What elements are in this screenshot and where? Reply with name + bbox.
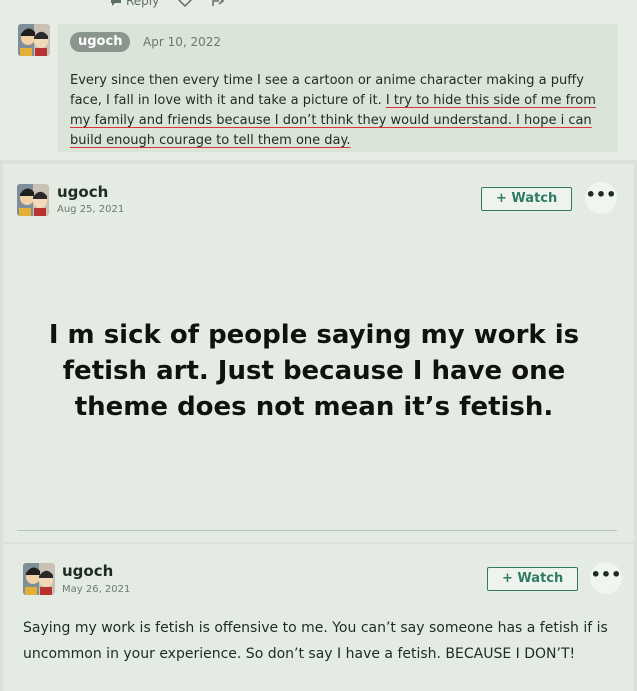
status-post: ugoch Aug 25, 2021 + Watch ••• I m sick … [3, 164, 634, 542]
status-post: ugoch May 26, 2021 + Watch ••• Saying my… [3, 544, 634, 691]
comment: ugoch Apr 10, 2022 Every since then ever… [0, 12, 637, 160]
share-icon[interactable] [211, 0, 225, 7]
reply-actions-strip: Reply [0, 0, 637, 12]
post-headline: I m sick of people saying my work is fet… [48, 320, 580, 422]
post-date: Aug 25, 2021 [57, 204, 125, 215]
speech-bubble-icon [111, 0, 121, 6]
username[interactable]: ugoch [57, 183, 108, 201]
avatar[interactable] [18, 24, 50, 56]
watch-button[interactable]: + Watch [487, 567, 579, 591]
divider [17, 530, 617, 531]
post-text: Saying my work is fetish is offensive to… [23, 620, 608, 662]
reply-button[interactable]: Reply [110, 0, 159, 8]
more-options-button[interactable]: ••• [590, 562, 622, 594]
comment-text: Every since then every time I see a cart… [70, 71, 610, 151]
post-date: May 26, 2021 [62, 584, 131, 595]
more-options-button[interactable]: ••• [585, 182, 617, 214]
comment-date: Apr 10, 2022 [143, 35, 222, 49]
watch-button[interactable]: + Watch [481, 187, 573, 211]
avatar[interactable] [23, 563, 55, 595]
username-badge[interactable]: ugoch [70, 32, 131, 52]
comment-bubble: ugoch Apr 10, 2022 Every since then ever… [58, 24, 618, 152]
heart-icon[interactable] [177, 0, 193, 7]
reply-actions: Reply [110, 0, 225, 8]
avatar[interactable] [17, 184, 49, 216]
username[interactable]: ugoch [62, 562, 113, 580]
